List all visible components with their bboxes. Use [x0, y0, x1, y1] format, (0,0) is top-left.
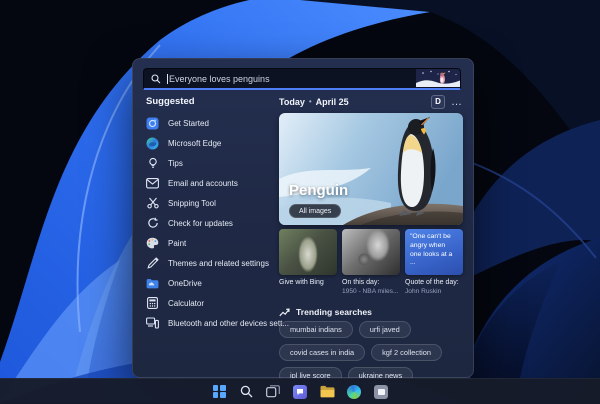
sidebar-item-themes[interactable]: Themes and related settings [141, 253, 275, 273]
sidebar-item-label: OneDrive [168, 278, 202, 288]
sidebar-item-paint[interactable]: Paint [141, 233, 275, 253]
trending-pill[interactable]: kgf 2 collection [371, 344, 442, 361]
sidebar-item-label: Check for updates [168, 218, 233, 228]
snipping-tool-icon [146, 197, 159, 210]
microsoft-edge-icon [146, 137, 159, 150]
trending-pills: mumbai indians urfi javed covid cases in… [279, 321, 469, 384]
suggested-list: Get Started Microsoft Edge Tips Email an… [141, 113, 289, 333]
today-label: Today [279, 96, 305, 107]
taskbar-search-button[interactable] [238, 384, 254, 400]
paint-icon [146, 237, 159, 250]
trending-searches-label: Trending searches [296, 307, 372, 317]
give-with-bing-caption: Give with Bing [279, 279, 324, 286]
chat-button[interactable] [292, 384, 308, 400]
give-with-bing-card[interactable] [279, 229, 337, 275]
dot-separator: • [308, 97, 312, 106]
text-caret [167, 73, 168, 84]
trending-searches-header: Trending searches [279, 307, 372, 317]
hero-image-card-penguin[interactable]: Penguin All images [279, 113, 463, 225]
all-images-badge[interactable]: All images [289, 204, 342, 218]
quote-of-the-day-card[interactable]: "One can't be angry when one looks at a … [405, 229, 463, 275]
search-icon [151, 73, 161, 84]
sidebar-item-label: Get Started [168, 118, 209, 128]
bluetooth-icon [146, 317, 159, 330]
start-button[interactable] [211, 384, 227, 400]
search-query-text: Everyone loves penguins [167, 73, 270, 84]
sidebar-item-label: Paint [168, 238, 187, 248]
sidebar-item-label: Tips [168, 158, 183, 168]
date-header[interactable]: Today • April 25 D … [279, 94, 463, 109]
sidebar-item-label: Themes and related settings [168, 258, 269, 268]
get-started-icon [146, 117, 159, 130]
sidebar-item-calculator[interactable]: Calculator [141, 293, 275, 313]
trending-arrow-icon [279, 308, 290, 317]
suggested-header: Suggested [146, 96, 195, 107]
penguin-doodle-illustration [416, 69, 460, 88]
file-explorer-button[interactable] [319, 384, 335, 400]
sidebar-item-tips[interactable]: Tips [141, 153, 275, 173]
microsoft-store-icon [374, 384, 388, 399]
sidebar-item-check-updates[interactable]: Check for updates [141, 213, 275, 233]
sidebar-item-label: Snipping Tool [168, 198, 216, 208]
sidebar-item-email-accounts[interactable]: Email and accounts [141, 173, 275, 193]
sidebar-item-bluetooth-devices[interactable]: Bluetooth and other devices sett... [141, 313, 289, 333]
sidebar-item-label: Email and accounts [168, 178, 238, 188]
microsoft-edge-button[interactable] [346, 384, 362, 400]
daily-cards-captions: Give with Bing On this day: 1950 - NBA m… [279, 279, 463, 295]
sidebar-item-label: Calculator [168, 298, 205, 308]
check-updates-icon [146, 217, 159, 230]
trending-pill[interactable]: urfi javed [358, 321, 411, 338]
sidebar-item-get-started[interactable]: Get Started [141, 113, 275, 133]
more-options-icon[interactable]: … [451, 96, 463, 107]
microsoft-edge-icon [347, 384, 361, 399]
search-input[interactable]: Everyone loves penguins [143, 68, 461, 90]
trending-pill[interactable]: covid cases in india [279, 344, 366, 361]
quote-text: "One can't be angry when one looks at a … [410, 233, 453, 267]
task-view-button[interactable] [265, 384, 281, 400]
trending-pill[interactable]: mumbai indians [279, 321, 353, 338]
microsoft-store-button[interactable] [373, 384, 389, 400]
sidebar-item-onedrive[interactable]: OneDrive [141, 273, 275, 293]
daily-cards-row: "One can't be angry when one looks at a … [279, 229, 463, 275]
chat-icon [293, 384, 307, 399]
date-label: April 25 [315, 96, 349, 107]
themes-icon [146, 257, 159, 270]
search-panel: Everyone loves penguins Suggested Today … [132, 58, 474, 384]
tips-icon [146, 157, 159, 170]
sidebar-item-label: Bluetooth and other devices sett... [168, 318, 289, 328]
task-view-icon [266, 385, 280, 398]
windows-logo-icon [212, 385, 226, 398]
quote-caption: Quote of the day: John Ruskin [405, 279, 459, 295]
hero-title: Penguin [289, 182, 349, 199]
taskbar [0, 378, 600, 404]
sidebar-item-snipping-tool[interactable]: Snipping Tool [141, 193, 275, 213]
sidebar-item-label: Microsoft Edge [168, 138, 222, 148]
on-this-day-card[interactable] [342, 229, 400, 275]
sidebar-item-microsoft-edge[interactable]: Microsoft Edge [141, 133, 275, 153]
calculator-icon [146, 297, 159, 310]
file-explorer-icon [320, 385, 334, 398]
email-icon [146, 177, 159, 190]
search-icon [240, 385, 252, 398]
onedrive-icon [146, 277, 159, 290]
on-this-day-caption: On this day: 1950 - NBA miles... [342, 279, 399, 295]
profile-badge[interactable]: D [431, 94, 445, 109]
